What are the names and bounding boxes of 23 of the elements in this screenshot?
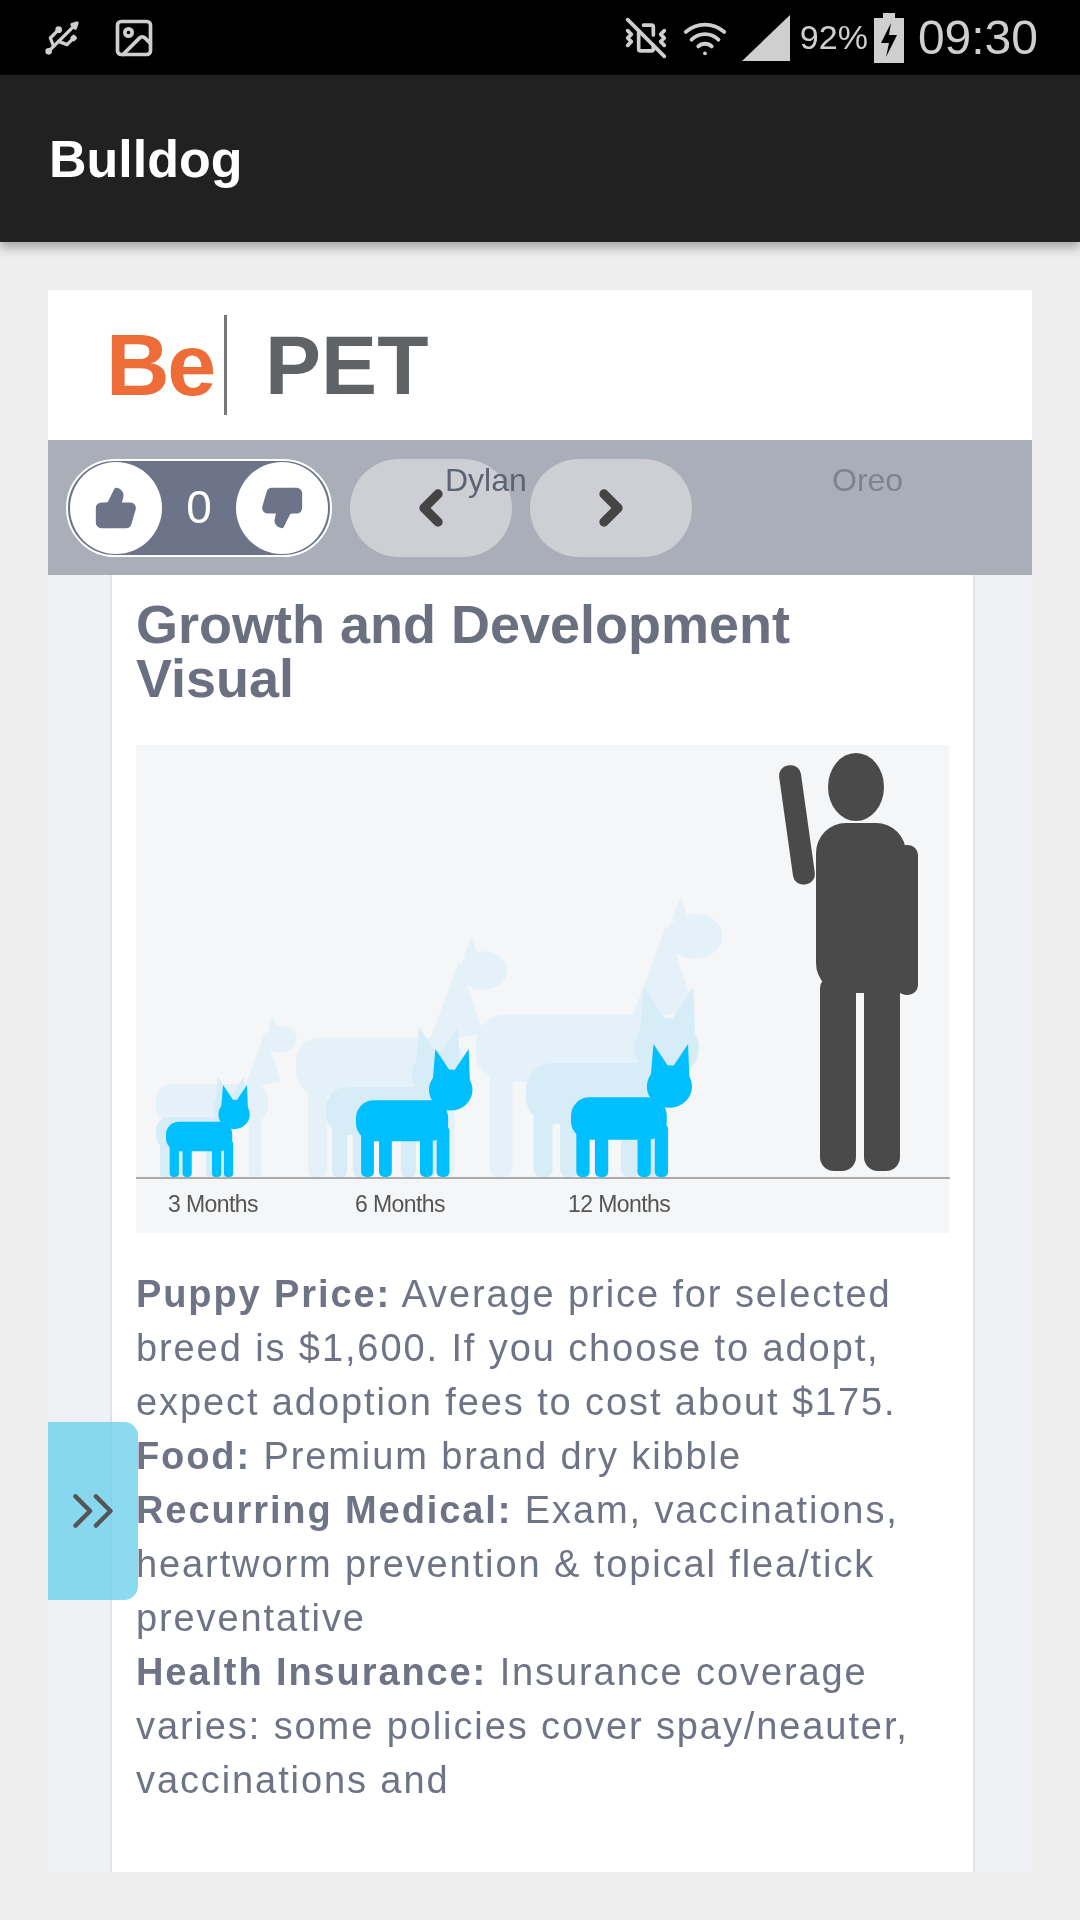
- chart-label: 3 Months: [168, 1190, 259, 1219]
- info-paragraph: Recurring Medical: Exam, vaccinations, heartworm prevention & topical flea/tick preventative: [136, 1488, 900, 1641]
- side-drawer-button[interactable]: [48, 1422, 138, 1600]
- info-paragraph: Food: Premium brand dry kibble: [136, 1434, 744, 1479]
- info-paragraph: Puppy Price: Average price for selected breed is $1,600. If you choose to adopt, expect adoption fees to cost about $175.: [136, 1272, 898, 1425]
- signal-icon: [741, 14, 790, 61]
- battery-charging-icon: [873, 12, 904, 63]
- thumbs-down-icon: [260, 485, 304, 530]
- chart-label: 6 Months: [355, 1190, 446, 1219]
- vote-count: 0: [186, 480, 212, 535]
- chart-label: 12 Months: [568, 1190, 671, 1219]
- thumbs-down-button[interactable]: [236, 461, 328, 554]
- info-paragraph: Health Insurance: Insurance coverage varies: some policies cover spay/neauter, vaccinations and: [136, 1650, 910, 1803]
- logo-text: PET: [265, 317, 429, 414]
- clock: 09:30: [917, 9, 1038, 66]
- app-title: Bulldog: [49, 128, 243, 190]
- thumbs-up-button[interactable]: [70, 461, 162, 554]
- thumbs-up-icon: [94, 485, 138, 530]
- pet-name: Dylan: [445, 461, 527, 500]
- logo-text: Be: [106, 314, 215, 416]
- battery-percent: 92%: [799, 17, 868, 58]
- section-heading: Growth and Development Visual: [136, 597, 792, 705]
- vibrate-off-icon: [623, 15, 668, 60]
